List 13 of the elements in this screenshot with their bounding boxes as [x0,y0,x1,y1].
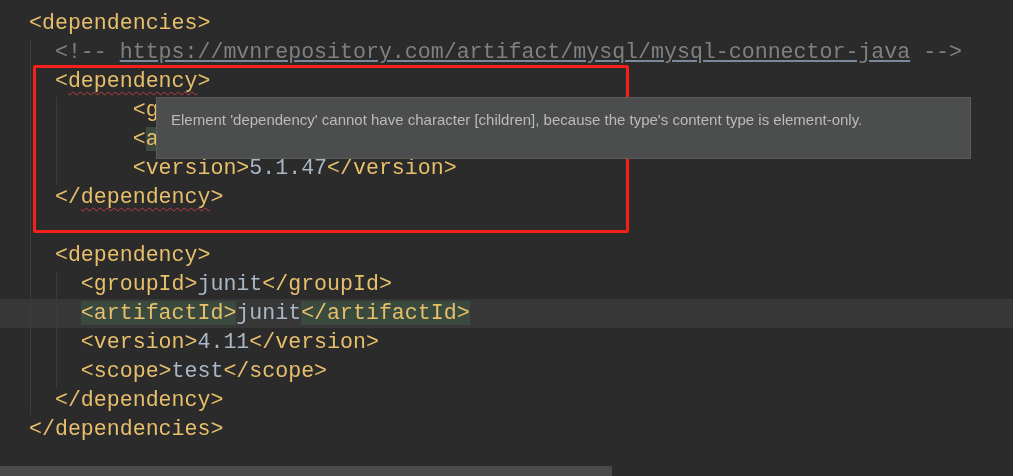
code-line: <dependencies> [29,10,211,37]
code-line: <groupId>junit</groupId> [79,271,392,298]
code-line: <artifactId>junit</artifactId> [79,300,470,327]
horizontal-scrollbar[interactable] [0,466,612,476]
code-line: <!-- https://mvnrepository.com/artifact/mysql/mysql-connector-java --> [53,39,963,66]
code-line: <scope>test</scope> [79,358,328,385]
code-line: </dependencies> [29,416,224,443]
code-line: <version>4.11</version> [79,329,379,356]
code-line: <dependency> [53,242,211,269]
error-tooltip: Element 'dependency' cannot have character [children], because the type's content type is element-only. [156,97,971,159]
code-line: <dependency> [53,68,211,95]
code-line: </dependency> [53,184,224,211]
code-line: </dependency> [53,387,224,414]
